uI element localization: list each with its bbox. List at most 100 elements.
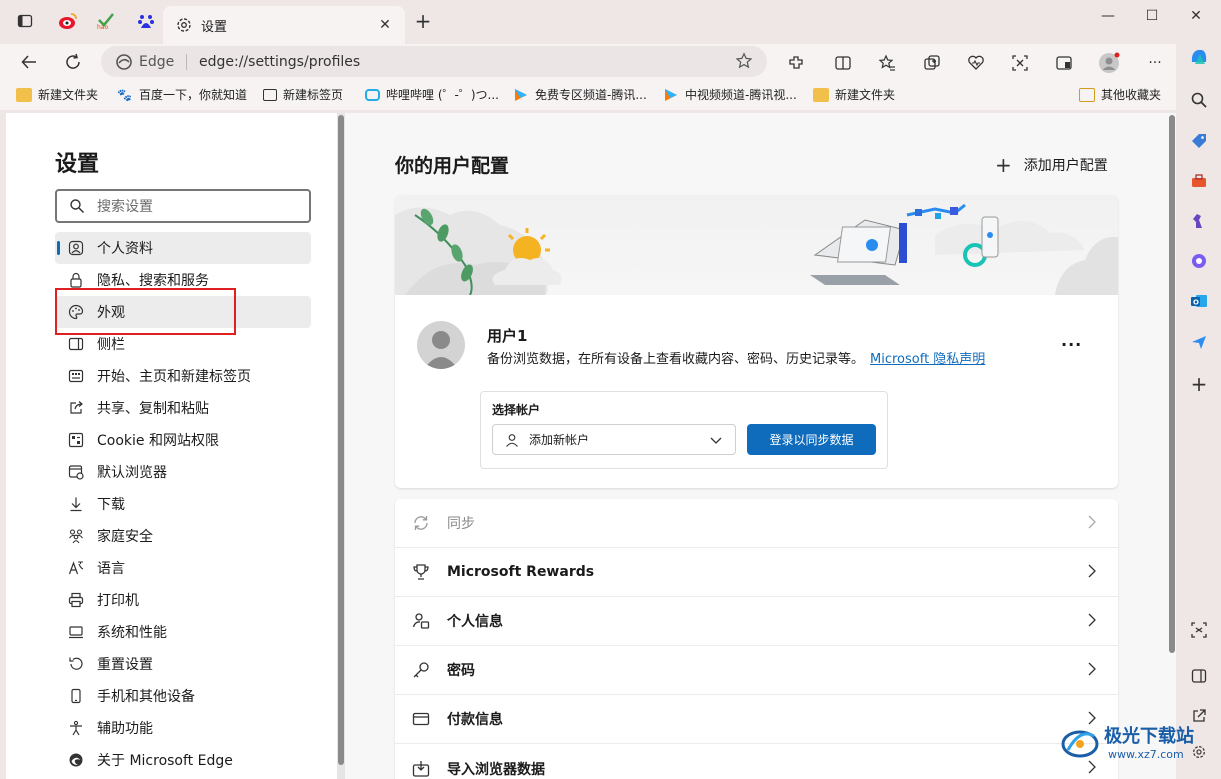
nav-item-language[interactable]: 语言 <box>55 552 311 584</box>
nav-item-about[interactable]: 关于 Microsoft Edge <box>55 744 311 776</box>
favorite-star-icon[interactable] <box>735 52 753 74</box>
shopping-tag-icon[interactable] <box>1188 130 1210 152</box>
nav-item-reset[interactable]: 重置设置 <box>55 648 311 680</box>
import-icon <box>411 759 431 779</box>
close-icon[interactable]: ✕ <box>375 15 395 35</box>
games-icon[interactable] <box>1188 210 1210 232</box>
profile-avatar-icon[interactable] <box>1098 52 1120 74</box>
profile-more-button[interactable]: ··· <box>1061 335 1082 354</box>
hide-sidebar-icon[interactable] <box>1188 665 1210 687</box>
add-profile-button[interactable]: + 添加用户配置 <box>995 153 1108 177</box>
chevron-down-icon <box>710 437 722 444</box>
bookmark-item[interactable]: 新建文件夹 <box>16 86 98 103</box>
favorites-icon[interactable] <box>876 52 898 74</box>
nav-item-default-browser[interactable]: 默认浏览器 <box>55 456 311 488</box>
nav-item-start-home[interactable]: 开始、主页和新建标签页 <box>55 360 311 392</box>
nav-item-family[interactable]: 家庭安全 <box>55 520 311 552</box>
search-input[interactable]: 搜索设置 <box>55 189 311 223</box>
svg-text:hao: hao <box>97 24 108 30</box>
nav-item-system[interactable]: 系统和性能 <box>55 616 311 648</box>
newtab-icon <box>263 88 277 101</box>
row-payment-info[interactable]: 付款信息 <box>395 695 1118 744</box>
split-screen-icon[interactable] <box>832 52 854 74</box>
bookmark-item[interactable]: 🐾 百度一下，你就知道 <box>117 86 247 103</box>
browser-essentials-icon[interactable] <box>965 52 987 74</box>
new-tab-button[interactable]: + <box>413 11 433 32</box>
nav-scrollbar[interactable] <box>337 113 345 779</box>
back-icon[interactable] <box>17 50 41 74</box>
personal-info-icon <box>411 611 431 631</box>
baidu-tab-icon[interactable] <box>135 10 157 32</box>
main-scrollbar-thumb[interactable] <box>1169 115 1175 653</box>
extensions-icon[interactable] <box>785 52 807 74</box>
bookmarks-bar: 新建文件夹 🐾 百度一下，你就知道 新建标签页 哔哩哔哩 (゜-゜)つ... 免费… <box>0 80 1176 110</box>
row-import-data[interactable]: 导入浏览器数据 <box>395 744 1118 779</box>
url-text[interactable]: edge://settings/profiles <box>199 54 360 70</box>
avatar <box>417 321 465 369</box>
account-dropdown-value: 添加新帐户 <box>529 433 590 447</box>
sign-in-sync-button[interactable]: 登录以同步数据 <box>747 424 876 455</box>
row-passwords[interactable]: 密码 <box>395 646 1118 695</box>
bookmark-item[interactable]: 新建文件夹 <box>813 86 895 103</box>
row-microsoft-rewards[interactable]: Microsoft Rewards <box>395 548 1118 597</box>
refresh-icon[interactable] <box>61 50 85 74</box>
site-info[interactable]: Edge <box>115 53 174 71</box>
account-selector-group: 选择帐户 添加新帐户 登录以同步数据 <box>480 391 888 469</box>
bookmark-item[interactable]: 新建标签页 <box>263 86 343 103</box>
card-icon <box>411 709 431 729</box>
workspaces-icon[interactable] <box>1053 52 1075 74</box>
other-favorites[interactable]: 其他收藏夹 <box>1079 86 1161 103</box>
reset-icon <box>67 655 85 673</box>
profile-description-text: 备份浏览数据，在所有设备上查看收藏内容、密码、历史记录等。 <box>487 352 865 367</box>
hao123-tab-icon[interactable]: hao <box>95 10 117 32</box>
nav-item-cookies[interactable]: Cookie 和网站权限 <box>55 424 311 456</box>
plus-icon: + <box>995 153 1012 177</box>
search-icon[interactable] <box>1188 89 1210 111</box>
profiles-heading: 你的用户配置 <box>395 155 510 177</box>
window-close-icon[interactable]: ✕ <box>1181 8 1211 28</box>
privacy-statement-link[interactable]: Microsoft 隐私声明 <box>870 352 985 367</box>
gear-icon <box>177 18 191 32</box>
row-sync[interactable]: 同步 <box>395 499 1118 548</box>
tab-settings[interactable]: 设置 ✕ <box>163 6 405 44</box>
drop-icon[interactable] <box>1188 619 1210 641</box>
maximize-icon[interactable]: ☐ <box>1137 8 1167 28</box>
sidebar-icon <box>67 335 85 353</box>
nav-item-share[interactable]: 共享、复制和粘贴 <box>55 392 311 424</box>
outlook-icon[interactable]: O <box>1188 290 1210 312</box>
baidu-icon: 🐾 <box>117 87 132 102</box>
nav-item-profiles[interactable]: 个人资料 <box>55 232 311 264</box>
language-icon <box>67 559 85 577</box>
tab-actions-icon[interactable] <box>14 10 36 32</box>
bookmark-item[interactable]: 中视频频道-腾讯视... <box>663 86 797 103</box>
nav-scrollbar-thumb[interactable] <box>338 115 344 765</box>
chevron-right-icon <box>1088 515 1096 529</box>
account-dropdown[interactable]: 添加新帐户 <box>492 424 736 455</box>
lock-icon <box>67 271 85 289</box>
nav-item-phone[interactable]: 手机和其他设备 <box>55 680 311 712</box>
settings-page: 设置 搜索设置 个人资料 隐私、搜索和服务 外观 侧栏 开始、主页和新建标签页 … <box>6 113 1176 779</box>
weibo-tab-icon[interactable] <box>57 10 79 32</box>
screenshot-icon[interactable] <box>1009 52 1031 74</box>
address-bar[interactable]: Edge edge://settings/profiles <box>101 46 767 77</box>
nav-item-accessibility[interactable]: 辅助功能 <box>55 712 311 744</box>
svg-text:O: O <box>1193 299 1199 307</box>
main-scrollbar[interactable] <box>1168 113 1176 779</box>
bookmark-item[interactable]: 免费专区频道-腾讯... <box>513 86 647 103</box>
key-icon <box>411 660 431 680</box>
copilot-icon[interactable] <box>1188 46 1210 68</box>
bookmark-item[interactable]: 哔哩哔哩 (゜-゜)つ... <box>365 86 499 103</box>
add-sidebar-app-icon[interactable]: + <box>1188 372 1210 396</box>
nav-item-downloads[interactable]: 下载 <box>55 488 311 520</box>
nav-item-printers[interactable]: 打印机 <box>55 584 311 616</box>
minimize-icon[interactable]: — <box>1093 8 1123 28</box>
site-label: Edge <box>139 53 175 70</box>
phone-icon <box>67 687 85 705</box>
row-personal-info[interactable]: 个人信息 <box>395 597 1118 646</box>
send-icon[interactable] <box>1188 331 1210 353</box>
chevron-right-icon <box>1088 760 1096 774</box>
m365-icon[interactable] <box>1188 250 1210 272</box>
collections-icon[interactable] <box>921 52 943 74</box>
tools-icon[interactable] <box>1188 170 1210 192</box>
more-menu-icon[interactable]: ··· <box>1144 52 1166 74</box>
